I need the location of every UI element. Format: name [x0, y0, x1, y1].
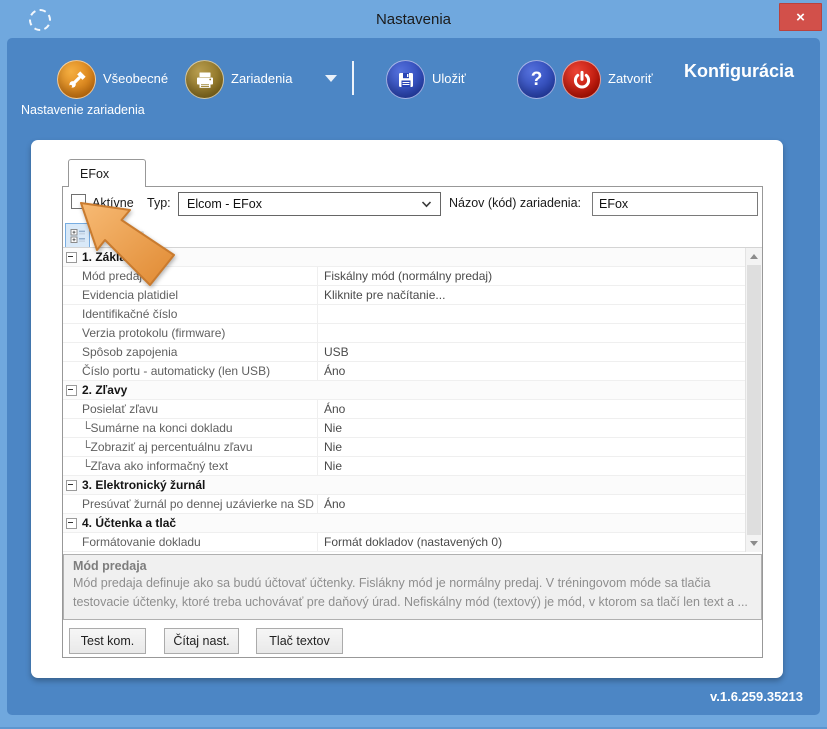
- close-app-button-label[interactable]: Zatvoriť: [608, 71, 653, 86]
- general-button[interactable]: [57, 60, 96, 99]
- test-communication-button[interactable]: Test kom.: [69, 628, 146, 654]
- printer-icon: [196, 72, 213, 88]
- grid-row-value[interactable]: Nie: [317, 419, 745, 437]
- orange-arrow-cursor: [80, 202, 175, 286]
- grid-row[interactable]: Presúvať žurnál po dennej uzávierke na S…: [63, 495, 745, 514]
- collapse-icon[interactable]: [66, 479, 77, 491]
- grid-scrollbar[interactable]: [745, 248, 762, 552]
- caret-down-icon[interactable]: [325, 75, 337, 82]
- grid-row-value[interactable]: Áno: [317, 495, 745, 513]
- grid-row[interactable]: Číslo portu - automaticky (len USB) Áno: [63, 362, 745, 381]
- general-button-label[interactable]: Všeobecné: [103, 71, 168, 86]
- tab-efox[interactable]: EFox: [68, 159, 146, 187]
- scroll-up-button[interactable]: [746, 248, 762, 265]
- grid-row-label: Spôsob zapojenia: [82, 345, 178, 359]
- chevron-up-icon: [750, 254, 758, 259]
- grid-row-value[interactable]: Formát dokladov (nastavených 0): [317, 533, 745, 551]
- grid-row[interactable]: Posielať zľavu Áno: [63, 400, 745, 419]
- devices-button[interactable]: [185, 60, 224, 99]
- grid-category-label: 4. Účtenka a tlač: [82, 516, 177, 530]
- save-button[interactable]: [386, 60, 425, 99]
- description-title: Mód predaja: [73, 559, 147, 573]
- floppy-disk-icon: [398, 72, 413, 87]
- description-panel: Mód predaja Mód predaja definuje ako sa …: [63, 554, 762, 620]
- grid-row-value[interactable]: Kliknite pre načítanie...: [317, 286, 745, 304]
- grid-row-value[interactable]: Áno: [317, 400, 745, 418]
- grid-category-label: 2. Zľavy: [82, 383, 128, 397]
- x-icon: ×: [796, 8, 805, 26]
- settings-window: Nastavenia × Všeobecné Zariadenia Uložiť…: [0, 0, 827, 729]
- grid-row-label: Identifikačné číslo: [82, 307, 178, 321]
- window-title: Nastavenia: [375, 10, 452, 28]
- context-label: Konfigurácia: [683, 61, 794, 81]
- grid-row[interactable]: Spôsob zapojenia USB: [63, 343, 745, 362]
- print-texts-button[interactable]: Tlač textov: [256, 628, 343, 654]
- help-button[interactable]: ?: [517, 60, 556, 99]
- chevron-down-icon: [421, 200, 432, 207]
- chevron-down-icon: [750, 541, 758, 546]
- grid-row-label: └Zobraziť aj percentuálnu zľavu: [82, 440, 253, 454]
- grid-row-value[interactable]: Fiskálny mód (normálny predaj): [317, 267, 745, 285]
- grid-row-label: Verzia protokolu (firmware): [82, 326, 226, 340]
- grid-row-label: Posielať zľavu: [82, 402, 159, 416]
- scrollbar-thumb[interactable]: [747, 265, 761, 535]
- grid-row-label: Formátovanie dokladu: [82, 535, 201, 549]
- read-settings-button[interactable]: Čítaj nast.: [164, 628, 239, 654]
- device-name-input[interactable]: [592, 192, 758, 216]
- grid-row-label: Presúvať žurnál po dennej uzávierke na S…: [82, 497, 314, 511]
- grid-category-label: 3. Elektronický žurnál: [82, 478, 206, 492]
- grid-row[interactable]: └Zľava ako informačný text Nie: [63, 457, 745, 476]
- grid-row[interactable]: Identifikačné číslo: [63, 305, 745, 324]
- version-label: v.1.6.259.35213: [709, 689, 803, 704]
- grid-row[interactable]: Verzia protokolu (firmware): [63, 324, 745, 343]
- grid-row[interactable]: Formátovanie dokladu Formát dokladov (nas…: [63, 533, 745, 552]
- grid-row[interactable]: └Sumárne na konci dokladu Nie: [63, 419, 745, 438]
- grid-row-label: Číslo portu - automaticky (len USB): [82, 364, 271, 378]
- device-name-label: Názov (kód) zariadenia:: [449, 196, 582, 210]
- grid-category-row[interactable]: 3. Elektronický žurnál: [63, 476, 745, 495]
- description-text: Mód predaja definuje ako sa budú účtovať…: [73, 576, 748, 609]
- close-app-button[interactable]: [562, 60, 601, 99]
- device-type-value: Elcom - EFox: [187, 197, 263, 211]
- toolbar-subtitle: Nastavenie zariadenia: [21, 103, 145, 117]
- grid-row-label: └Zľava ako informačný text: [82, 459, 229, 473]
- tab-label: EFox: [80, 166, 110, 181]
- grid-row-value[interactable]: USB: [317, 343, 745, 361]
- grid-row-value[interactable]: Nie: [317, 457, 745, 475]
- wrench-icon: [68, 70, 86, 88]
- grid-category-row[interactable]: 2. Zľavy: [63, 381, 745, 400]
- grid-row-value[interactable]: Nie: [317, 438, 745, 456]
- devices-button-label[interactable]: Zariadenia: [231, 71, 292, 86]
- collapse-icon[interactable]: [66, 517, 77, 529]
- scroll-down-button[interactable]: [746, 535, 762, 552]
- question-mark-icon: ?: [530, 68, 543, 90]
- collapse-icon[interactable]: [66, 384, 77, 396]
- title-bar[interactable]: Nastavenia ×: [0, 0, 827, 38]
- grid-category-row[interactable]: 4. Účtenka a tlač: [63, 514, 745, 533]
- save-button-label[interactable]: Uložiť: [432, 71, 466, 86]
- grid-row-value[interactable]: Áno: [317, 362, 745, 380]
- grid-row[interactable]: └Zobraziť aj percentuálnu zľavu Nie: [63, 438, 745, 457]
- grid-row-value[interactable]: [317, 324, 745, 342]
- device-type-select[interactable]: Elcom - EFox: [178, 192, 441, 216]
- toolbar-separator: [352, 61, 354, 95]
- power-icon: [573, 70, 590, 88]
- grid-row-label: └Sumárne na konci dokladu: [82, 421, 233, 435]
- close-window-button[interactable]: ×: [779, 3, 822, 31]
- grid-row-value[interactable]: [317, 305, 745, 323]
